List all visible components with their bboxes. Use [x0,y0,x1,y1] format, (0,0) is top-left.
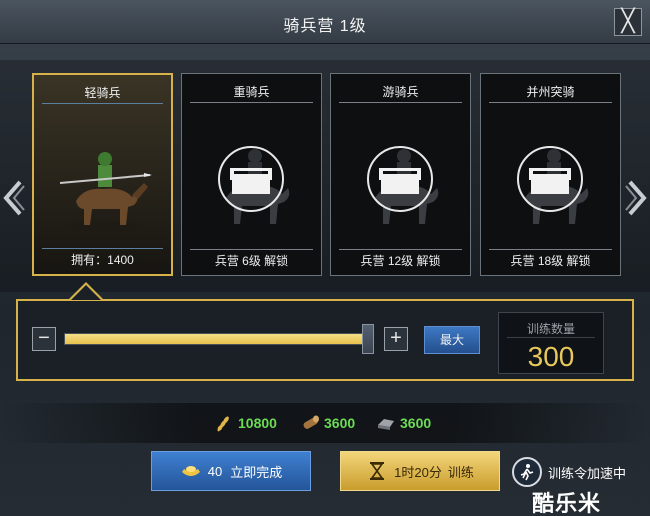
resource-value: 3600 [324,415,356,431]
unit-footer: 兵营 12级 解锁 [339,249,462,271]
window-title: 骑兵营 1级 [283,18,367,35]
light-cavalry-icon [59,152,152,233]
locked-icon [230,168,272,194]
unit-name: 重骑兵 [190,83,313,103]
resource-iron: 3600 [376,412,431,434]
locked-icon [379,168,421,194]
resource-value: 3600 [400,415,432,431]
site-watermark: 酷乐米 [532,491,602,516]
instant-complete-button[interactable]: 40 立即完成 [151,451,311,491]
prev-arrow-button[interactable] [2,178,26,216]
resource-value: 10800 [238,415,277,431]
divider [507,337,595,338]
title-bar: 骑兵营 1级 ╳ [0,0,650,44]
close-button[interactable]: ╳ [614,8,642,36]
train-count-box: 训练数量 300 [498,312,604,374]
train-button[interactable]: 1时20分 训练 [340,451,500,491]
hourglass-icon [370,462,385,480]
unit-card-bingzhou-cavalry[interactable]: 并州突骑 兵营 18级 解锁 [480,73,621,276]
quantity-slider[interactable] [64,333,364,345]
chevron-left-icon [3,180,25,216]
minus-icon: − [38,327,50,349]
train-label: 训练 [447,464,474,480]
unit-card-ranger-cavalry[interactable]: 游骑兵 兵营 12级 解锁 [330,73,471,276]
unit-card-light-cavalry[interactable]: 轻骑兵 拥有：1400 [32,73,173,276]
close-icon: ╳ [621,8,635,33]
resource-wheat: 10800 [214,412,277,434]
wood-icon [303,415,319,429]
instant-cost: 40 [207,463,223,479]
train-time: 1时20分 [394,464,442,480]
gold-ingot-icon [181,466,200,476]
decrease-button[interactable]: − [32,327,56,351]
train-count-value: 300 [527,341,575,372]
increase-button[interactable]: + [384,327,408,351]
unit-footer: 兵营 18级 解锁 [489,249,612,271]
unit-footer: 拥有：1400 [42,248,163,270]
unit-card-heavy-cavalry[interactable]: 重骑兵 兵营 6级 解锁 [181,73,322,276]
speed-up-status[interactable]: 训练令加速中 [512,456,626,488]
instant-label: 立即完成 [230,464,283,480]
unit-footer: 兵营 6级 解锁 [190,249,313,271]
locked-icon [529,168,571,194]
wheat-icon [217,416,229,432]
unit-name: 轻骑兵 [42,84,163,104]
selection-pointer-fill [71,285,101,300]
iron-icon [378,419,394,430]
plus-icon: + [390,327,402,349]
barracks-window: 骑兵营 1级 ╳ 轻骑兵 拥有：1400 重骑兵 兵营 6级 解锁 游骑兵 兵营… [0,0,650,516]
max-button[interactable]: 最大 [424,326,480,354]
next-arrow-button[interactable] [624,178,648,216]
train-count-label: 训练数量 [526,322,575,336]
running-soldier-icon [512,457,542,487]
chevron-right-icon [625,180,647,216]
resource-wood: 3600 [300,412,355,434]
slider-fill [65,334,363,344]
speed-up-label: 训练令加速中 [548,465,627,481]
unit-name: 并州突骑 [489,83,612,103]
slider-handle[interactable] [362,324,374,354]
unit-name: 游骑兵 [339,83,462,103]
